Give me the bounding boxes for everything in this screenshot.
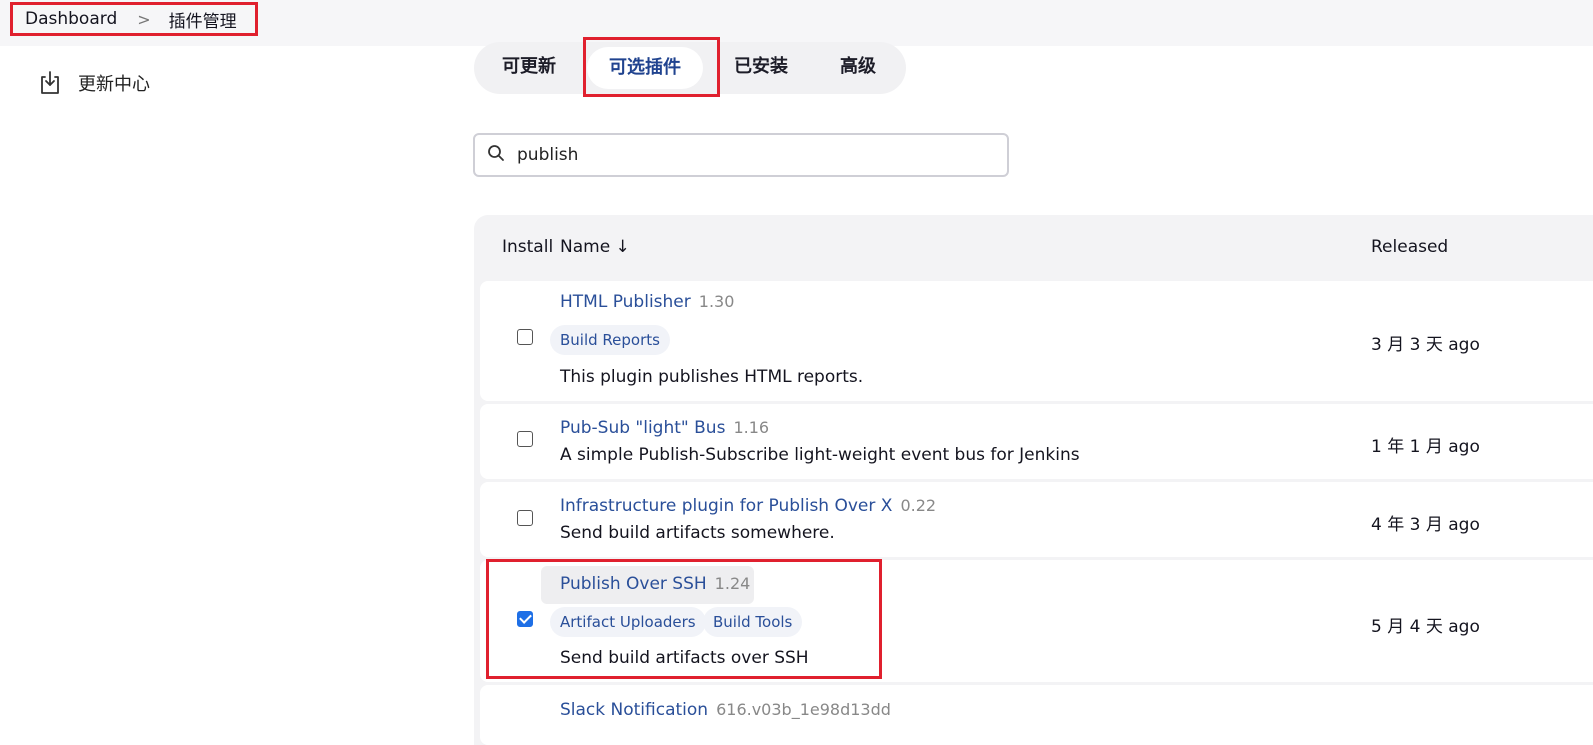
plugin-description: Send build artifacts over SSH	[560, 648, 809, 668]
breadcrumb-dashboard-link[interactable]: Dashboard	[25, 9, 117, 29]
plugin-description: This plugin publishes HTML reports.	[560, 367, 864, 387]
plugin-name-link[interactable]: Slack Notification 616.v03b_1e98d13dd	[560, 700, 891, 720]
plugin-name[interactable]: Publish Over SSH	[560, 574, 707, 594]
tab-available-plugins[interactable]: 可选插件	[587, 47, 703, 89]
released-date: 4 年 3 月 ago	[1371, 515, 1480, 535]
plugin-name[interactable]: Slack Notification	[560, 700, 708, 720]
released-date: 3 月 3 天 ago	[1371, 335, 1480, 355]
download-icon	[38, 70, 62, 96]
sidebar-item-update-center[interactable]: 更新中心	[38, 70, 150, 96]
plugin-name-link[interactable]: HTML Publisher 1.30	[560, 292, 734, 312]
plugin-version: 1.16	[733, 418, 770, 437]
install-checkbox[interactable]	[517, 431, 533, 447]
released-date: 1 年 1 月 ago	[1371, 437, 1480, 457]
plugin-version: 1.30	[698, 292, 735, 311]
plugin-name-link[interactable]: Publish Over SSH 1.24	[560, 574, 750, 594]
plugin-version: 1.24	[714, 574, 751, 593]
tab-advanced[interactable]: 高级	[822, 42, 894, 94]
column-header-name[interactable]: Name ↓	[560, 237, 630, 257]
plugin-name-link[interactable]: Pub-Sub "light" Bus 1.16	[560, 418, 769, 438]
search-icon	[487, 144, 505, 166]
breadcrumb: Dashboard > 插件管理	[10, 2, 258, 36]
plugin-version: 0.22	[900, 496, 937, 515]
breadcrumb-current[interactable]: 插件管理	[169, 7, 237, 32]
plugin-name[interactable]: HTML Publisher	[560, 292, 691, 312]
tag-build-tools[interactable]: Build Tools	[703, 607, 803, 637]
tab-installed[interactable]: 已安装	[718, 42, 804, 94]
tab-updates[interactable]: 可更新	[486, 42, 572, 94]
chevron-right-icon: >	[137, 9, 151, 29]
install-checkbox[interactable]	[517, 329, 533, 345]
plugin-version: 616.v03b_1e98d13dd	[716, 700, 891, 719]
plugin-search[interactable]	[473, 133, 1009, 177]
plugin-name-link[interactable]: Infrastructure plugin for Publish Over X…	[560, 496, 936, 516]
plugin-name[interactable]: Infrastructure plugin for Publish Over X	[560, 496, 892, 516]
tag-artifact-uploaders[interactable]: Artifact Uploaders	[550, 607, 706, 637]
column-header-install: Install	[502, 237, 554, 257]
column-header-released[interactable]: Released	[1371, 237, 1448, 257]
plugin-name[interactable]: Pub-Sub "light" Bus	[560, 418, 725, 438]
plugin-tabs: 可更新 可选插件 已安装 高级	[474, 42, 906, 94]
sidebar-item-label: 更新中心	[78, 74, 150, 95]
released-date: 5 月 4 天 ago	[1371, 617, 1480, 637]
install-checkbox[interactable]	[517, 510, 533, 526]
tag-build-reports[interactable]: Build Reports	[550, 325, 670, 355]
plugin-description: A simple Publish-Subscribe light-weight …	[560, 445, 1080, 465]
plugin-description: Send build artifacts somewhere.	[560, 523, 835, 543]
install-checkbox-checked[interactable]	[517, 611, 533, 627]
search-input[interactable]	[515, 144, 979, 166]
